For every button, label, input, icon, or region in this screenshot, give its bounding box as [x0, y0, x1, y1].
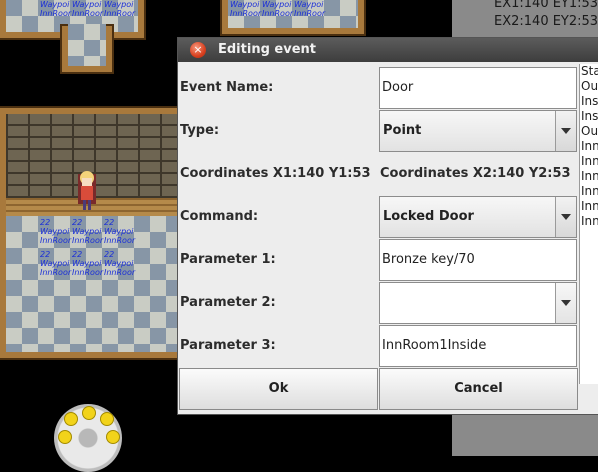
parameter-1-input[interactable]: Bronze key/70: [379, 239, 577, 281]
coordinates-1-label: Coordinates X1:140 Y1:53: [180, 166, 371, 181]
compass-w-icon: [58, 430, 72, 444]
list-item[interactable]: Out: [580, 79, 598, 94]
waypoint-marker[interactable]: Waypoi InnRoor: [40, 0, 71, 18]
waypoint-marker[interactable]: 22 Waypoi InnRoor: [40, 250, 71, 277]
waypoint-marker[interactable]: 22 Waypoi InnRoor: [104, 250, 135, 277]
waypoint-marker[interactable]: Waypoi InnRoor: [72, 0, 103, 18]
compass-ne-icon: [100, 412, 114, 426]
parameter-3-input[interactable]: InnRoom1Inside: [379, 325, 577, 367]
command-select-value: Locked Door: [383, 209, 474, 224]
dialog-title: Editing event: [218, 42, 316, 57]
type-select-value: Point: [383, 123, 422, 138]
event-name-label: Event Name:: [180, 80, 274, 95]
waypoint-marker[interactable]: 22 Waypoi InnRoor: [104, 218, 135, 245]
ok-button[interactable]: Ok: [179, 368, 378, 410]
compass-e-icon: [106, 430, 120, 444]
list-item[interactable]: Sta: [580, 64, 598, 79]
coordinates-2-label: Coordinates X2:140 Y2:53: [380, 166, 571, 181]
type-select[interactable]: Point: [379, 110, 577, 152]
event-coords-2: EX2:140 EY2:53: [494, 14, 598, 29]
corridor-floor: [68, 24, 106, 66]
list-item[interactable]: Inn: [580, 139, 598, 154]
event-list[interactable]: Sta Out Ins Ins Out Inn Inn Inn Inn Inn …: [579, 64, 598, 384]
editing-event-dialog: × Editing event Event Name: Door Type: P…: [178, 38, 598, 414]
cancel-button[interactable]: Cancel: [379, 368, 578, 410]
parameter-2-label: Parameter 2:: [180, 295, 276, 310]
compass-widget[interactable]: [54, 404, 122, 472]
dialog-content: Event Name: Door Type: Point Coordinates…: [178, 64, 598, 414]
command-select[interactable]: Locked Door: [379, 196, 577, 238]
list-item[interactable]: Inn: [580, 169, 598, 184]
waypoint-marker[interactable]: 22 Waypoi InnRoor: [40, 218, 71, 245]
list-item[interactable]: Inn: [580, 199, 598, 214]
chevron-down-icon[interactable]: [555, 111, 576, 151]
waypoint-marker[interactable]: 22 Waypoi InnRoor: [72, 218, 103, 245]
parameter-3-label: Parameter 3:: [180, 338, 276, 353]
waypoint-marker[interactable]: 22 Waypoi InnRoor: [72, 250, 103, 277]
chevron-down-icon[interactable]: [555, 197, 576, 237]
parameter-2-select[interactable]: [379, 282, 577, 324]
compass-n-icon: [82, 406, 96, 420]
type-label: Type:: [180, 123, 220, 138]
list-item[interactable]: Ins: [580, 109, 598, 124]
compass-nw-icon: [64, 412, 78, 426]
list-item[interactable]: Inn: [580, 184, 598, 199]
parameter-1-label: Parameter 1:: [180, 252, 276, 267]
event-name-input[interactable]: Door: [379, 67, 577, 109]
list-item[interactable]: Out: [580, 124, 598, 139]
command-label: Command:: [180, 209, 259, 224]
waypoint-marker[interactable]: Waypoi InnRoor: [294, 0, 325, 18]
close-icon[interactable]: ×: [190, 42, 206, 58]
event-coords-1: EX1:140 EY1:53: [494, 0, 598, 11]
list-item[interactable]: Ins: [580, 94, 598, 109]
list-item[interactable]: Inn: [580, 214, 598, 229]
waypoint-marker[interactable]: Waypoi InnRoor: [104, 0, 135, 18]
waypoint-marker[interactable]: Waypoi InnRoor: [230, 0, 261, 18]
chevron-down-icon[interactable]: [555, 283, 576, 323]
waypoint-marker[interactable]: Waypoi InnRoor: [262, 0, 293, 18]
dialog-titlebar[interactable]: × Editing event: [178, 38, 598, 62]
player-character[interactable]: [74, 166, 100, 214]
list-item[interactable]: Inn: [580, 154, 598, 169]
